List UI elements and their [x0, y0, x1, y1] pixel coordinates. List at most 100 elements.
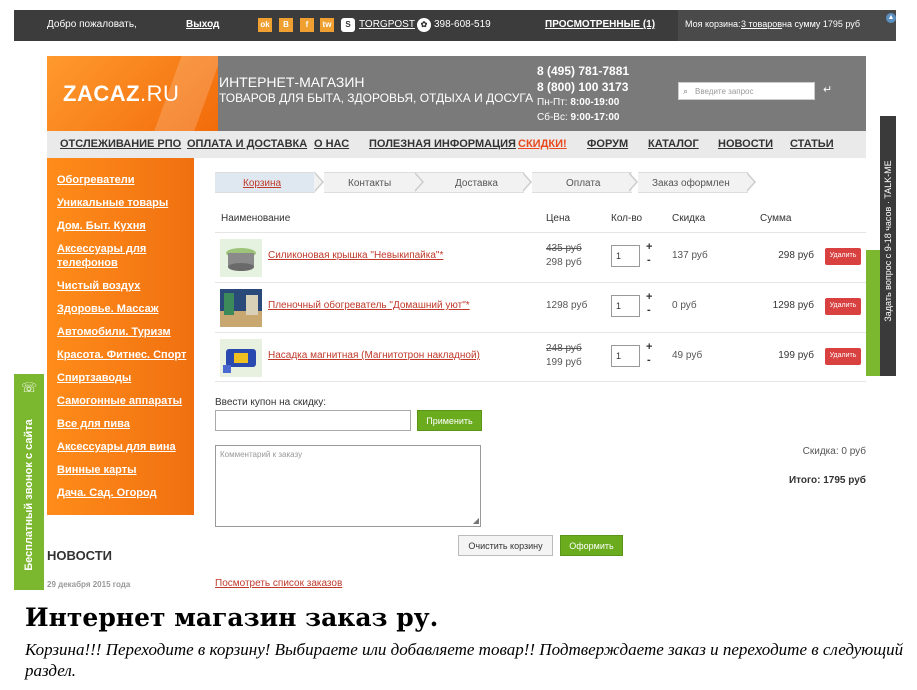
sidebar-item-auto[interactable]: Автомобили. Туризм	[57, 325, 187, 339]
site-header: ZACAZ.RU ИНТЕРНЕТ-МАГАЗИН ТОВАРОВ ДЛЯ БЫ…	[47, 56, 866, 131]
comment-placeholder: Комментарий к заказу	[220, 450, 303, 459]
sidebar-item-wine-maps[interactable]: Винные карты	[57, 463, 187, 477]
nav-about[interactable]: О НАС	[314, 138, 349, 150]
sidebar-item-beauty[interactable]: Красота. Фитнес. Спорт	[57, 348, 187, 362]
viewed-link[interactable]: ПРОСМОТРЕННЫЕ (1)	[545, 19, 655, 30]
news-heading: НОВОСТИ	[47, 548, 113, 563]
hours-weekend: Сб-Вс: 9:00-17:00	[537, 112, 620, 123]
orders-list-link[interactable]: Посмотреть список заказов	[215, 578, 342, 589]
old-price: 248 руб	[546, 343, 582, 354]
product-name[interactable]: Насадка магнитная (Магнитотрон накладной…	[268, 350, 480, 361]
nav-tracking[interactable]: ОТСЛЕЖИВАНИЕ РПО	[60, 138, 181, 150]
apply-coupon-button[interactable]: Применить	[417, 410, 482, 431]
step-contacts: Контакты	[324, 172, 424, 193]
main-nav: ОТСЛЕЖИВАНИЕ РПО ОПЛАТА И ДОСТАВКА О НАС…	[47, 131, 866, 158]
twitter-icon[interactable]: tw	[320, 18, 334, 32]
nav-articles[interactable]: СТАТЬИ	[790, 138, 834, 150]
icq-number: 398-608-519	[434, 19, 491, 30]
quantity-input[interactable]: 1	[611, 345, 640, 367]
discount: 0 руб	[672, 300, 697, 311]
step-arrow	[522, 172, 532, 192]
increase-button[interactable]: +	[646, 341, 652, 353]
col-name: Наименование	[221, 213, 291, 224]
sidebar-item-garden[interactable]: Дача. Сад. Огород	[57, 486, 187, 500]
sidebar-item-unique[interactable]: Уникальные товары	[57, 196, 187, 210]
sidebar-item-wine-acc[interactable]: Аксессуары для вина	[57, 440, 187, 454]
hours-weekdays: Пн-Пт: 8:00-19:00	[537, 97, 620, 108]
comment-textarea[interactable]: Комментарий к заказу ◢	[215, 445, 481, 527]
skype-link[interactable]: TORGPOST	[359, 19, 415, 30]
sidebar-item-home[interactable]: Дом. Быт. Кухня	[57, 219, 187, 233]
delete-button[interactable]: Удалить	[825, 298, 861, 315]
step-arrow	[314, 172, 324, 192]
quantity-input[interactable]: 1	[611, 295, 640, 317]
search-icon: ⌕	[683, 86, 689, 96]
step-cart[interactable]: Корзина	[215, 172, 315, 193]
decrease-button[interactable]: -	[647, 304, 651, 316]
chat-widget-accent	[866, 250, 880, 376]
shop-title: ИНТЕРНЕТ-МАГАЗИН	[219, 74, 365, 90]
nav-news[interactable]: НОВОСТИ	[718, 138, 773, 150]
phone-2: 8 (800) 100 3173	[537, 80, 629, 94]
coupon-input[interactable]	[215, 410, 411, 431]
increase-button[interactable]: +	[646, 241, 652, 253]
delete-button[interactable]: Удалить	[825, 348, 861, 365]
col-sum: Сумма	[760, 213, 792, 224]
cart-count-link[interactable]: 3 товаров	[741, 19, 782, 29]
enter-icon[interactable]: ↵	[823, 83, 832, 96]
price: 1298 руб	[546, 300, 588, 311]
coupon-label: Ввести купон на скидку:	[215, 397, 327, 408]
checkout-button[interactable]: Оформить	[560, 535, 623, 556]
delete-button[interactable]: Удалить	[825, 248, 861, 265]
sidebar-item-beer[interactable]: Все для пива	[57, 417, 187, 431]
callback-widget[interactable]: ☏ Бесплатный звонок с сайта	[14, 374, 44, 590]
sidebar-item-distill[interactable]: Спиртзаводы	[57, 371, 187, 385]
sidebar-item-phone-acc[interactable]: Аксессуары для телефонов	[57, 242, 187, 270]
sidebar-item-heaters[interactable]: Обогреватели	[57, 173, 187, 187]
step-payment: Оплата	[532, 172, 632, 193]
product-name[interactable]: Пленочный обогреватель "Домашний уют"*	[268, 300, 470, 311]
increase-button[interactable]: +	[646, 291, 652, 303]
caption-title: Интернет магазин заказ ру.	[25, 603, 439, 632]
logout-link[interactable]: Выход	[186, 19, 219, 30]
col-qty: Кол-во	[611, 213, 643, 224]
chat-widget[interactable]: Задать вопрос с 9-18 часов · TALK-ME	[880, 116, 896, 376]
facebook-icon[interactable]: f	[300, 18, 314, 32]
price: 298 руб	[546, 257, 582, 268]
col-discount: Скидка	[672, 213, 706, 224]
nav-payment[interactable]: ОПЛАТА И ДОСТАВКА	[187, 138, 307, 150]
nav-discounts[interactable]: СКИДКИ!	[518, 138, 567, 150]
logo-text: ZACAZ.RU	[63, 81, 180, 106]
discount: 137 руб	[672, 250, 708, 261]
clear-cart-button[interactable]: Очистить корзину	[458, 535, 553, 556]
nav-forum[interactable]: ФОРУМ	[587, 138, 628, 150]
top-bar: Добро пожаловать, Выход ok B f tw S TORG…	[14, 10, 896, 41]
sidebar-item-moonshine[interactable]: Самогонные аппараты	[57, 394, 187, 408]
sidebar-item-health[interactable]: Здоровье. Массаж	[57, 302, 187, 316]
cart-row: Насадка магнитная (Магнитотрон накладной…	[215, 332, 866, 382]
row-sum: 1298 руб	[772, 300, 814, 311]
row-sum: 298 руб	[778, 250, 814, 261]
nav-info[interactable]: ПОЛЕЗНАЯ ИНФОРМАЦИЯ	[369, 138, 516, 150]
decrease-button[interactable]: -	[647, 254, 651, 266]
search-placeholder: Введите запрос	[695, 87, 754, 96]
vk-icon[interactable]: B	[279, 18, 293, 32]
step-arrow	[746, 172, 756, 192]
cart-row: Пленочный обогреватель "Домашний уют"* 1…	[215, 282, 866, 332]
product-image[interactable]	[220, 339, 262, 377]
product-image[interactable]	[220, 289, 262, 327]
resize-grip-icon[interactable]: ◢	[473, 516, 479, 525]
price: 199 руб	[546, 357, 582, 368]
nav-catalog[interactable]: КАТАЛОГ	[648, 138, 699, 150]
quantity-input[interactable]: 1	[611, 245, 640, 267]
phone-icon: ☏	[21, 380, 38, 395]
decrease-button[interactable]: -	[647, 354, 651, 366]
cart-row: Силиконовая крышка "Невыкипайка"* 435 ру…	[215, 232, 866, 282]
sidebar-item-air[interactable]: Чистый воздух	[57, 279, 187, 293]
odnoklassniki-icon[interactable]: ok	[258, 18, 272, 32]
scroll-up-icon[interactable]: ▲	[886, 13, 896, 23]
product-name[interactable]: Силиконовая крышка "Невыкипайка"*	[268, 250, 443, 261]
search-input[interactable]: ⌕ Введите запрос	[678, 82, 815, 100]
site-logo[interactable]: ZACAZ.RU	[47, 56, 218, 131]
product-image[interactable]	[220, 239, 262, 277]
